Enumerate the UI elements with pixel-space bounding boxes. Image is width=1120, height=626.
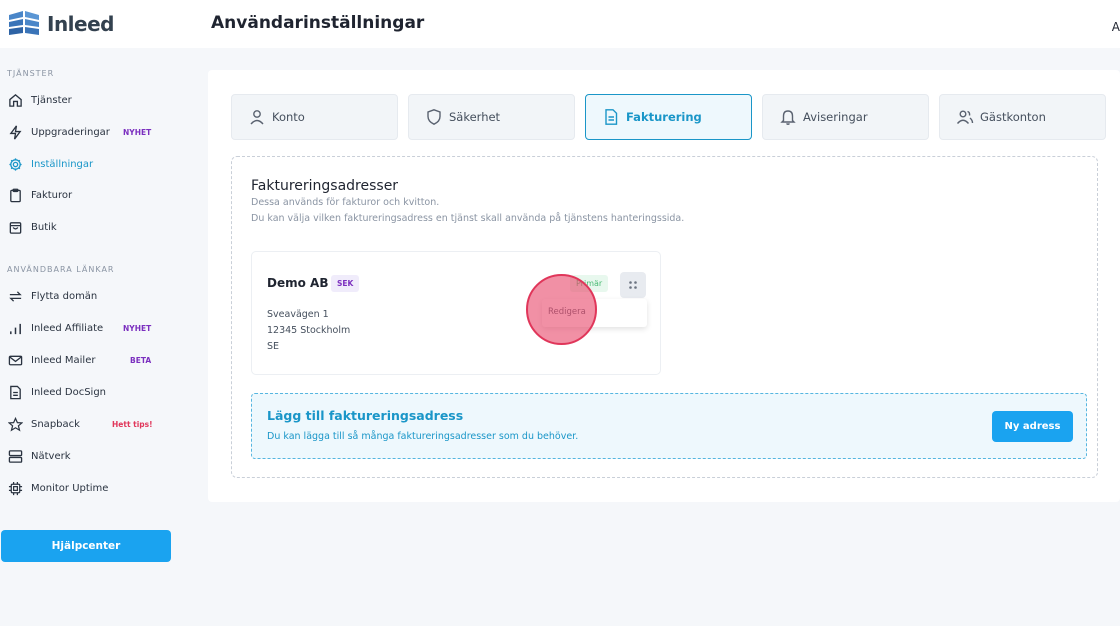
server-icon — [7, 448, 24, 465]
invoice-icon — [602, 108, 620, 126]
gear-icon — [7, 156, 24, 173]
address-street: Sveavägen 1 — [267, 309, 329, 320]
sidebar-item-monitor-uptime[interactable]: Monitor Uptime — [7, 477, 177, 499]
currency-badge: SEK — [331, 275, 360, 292]
sidebar-section-links: ANVÄNDBARA LÄNKAR — [7, 265, 115, 274]
star-icon — [7, 416, 24, 433]
tab-label: Konto — [272, 110, 305, 124]
sidebar-item-label: Tjänster — [31, 94, 72, 106]
sidebar-item-label: Butik — [31, 221, 57, 233]
sidebar-item-label: Inleed DocSign — [31, 386, 107, 398]
new-address-button[interactable]: Ny adress — [992, 411, 1073, 442]
hot-tip-badge: Hett tips! — [112, 419, 153, 429]
sidebar-item-flytta-doman[interactable]: Flytta domän — [7, 285, 177, 307]
billing-description-line-1: Dessa används för fakturor och kvitton. — [251, 197, 440, 208]
billing-description-line-2: Du kan välja vilken faktureringsadress e… — [251, 213, 685, 224]
page-title: Användarinställningar — [211, 13, 425, 33]
brand-logo[interactable]: Inleed — [7, 9, 114, 39]
brand-name: Inleed — [47, 12, 114, 36]
edit-menu-item[interactable]: Redigera — [548, 307, 586, 317]
sidebar-item-inleed-affiliate[interactable]: Inleed Affiliate NYHET — [7, 317, 177, 339]
tab-fakturering[interactable]: Fakturering — [585, 94, 752, 140]
help-center-button[interactable]: Hjälpcenter — [1, 530, 171, 562]
address-city: 12345 Stockholm — [267, 325, 351, 336]
logo-icon — [7, 9, 41, 39]
sidebar-item-inleed-docsign[interactable]: Inleed DocSign — [7, 381, 177, 403]
bell-icon — [779, 108, 797, 126]
add-address-description: Du kan lägga till så många faktureringsa… — [267, 431, 579, 442]
address-menu-dropdown: Redigera — [542, 299, 647, 327]
lightning-icon — [7, 124, 24, 141]
bar-chart-icon — [7, 320, 24, 337]
dots-grid-icon — [629, 281, 637, 289]
sidebar-item-inleed-mailer[interactable]: Inleed Mailer BETA — [7, 349, 177, 371]
add-address-panel: Lägg till faktureringsadress Du kan lägg… — [251, 393, 1087, 459]
sidebar-item-natverk[interactable]: Nätverk — [7, 445, 177, 467]
sidebar-item-label: Nätverk — [31, 450, 71, 462]
new-badge: NYHET — [123, 323, 152, 333]
new-badge: NYHET — [123, 127, 152, 137]
tab-aviseringar[interactable]: Aviseringar — [762, 94, 929, 140]
tab-label: Säkerhet — [449, 110, 501, 124]
tab-sakerhet[interactable]: Säkerhet — [408, 94, 575, 140]
primary-badge: Primär — [570, 275, 609, 292]
sidebar-item-fakturor[interactable]: Fakturor — [7, 184, 177, 206]
sidebar-item-butik[interactable]: Butik — [7, 216, 177, 238]
clipboard-icon — [7, 187, 24, 204]
bag-icon — [7, 219, 24, 236]
sidebar-item-label: Inleed Mailer — [31, 354, 96, 366]
sidebar-item-label: Inleed Affiliate — [31, 322, 104, 334]
tab-label: Aviseringar — [803, 110, 868, 124]
tab-konto[interactable]: Konto — [231, 94, 398, 140]
sidebar-item-label: Inställningar — [31, 158, 94, 170]
sidebar-item-label: Monitor Uptime — [31, 482, 109, 494]
tab-label: Fakturering — [626, 110, 702, 124]
tab-gastkonton[interactable]: Gästkonton — [939, 94, 1106, 140]
beta-badge: BETA — [130, 355, 152, 365]
sidebar-item-uppgraderingar[interactable]: Uppgraderingar NYHET — [7, 121, 177, 143]
sidebar-item-snapback[interactable]: Snapback Hett tips! — [7, 413, 177, 435]
settings-card: Konto Säkerhet Fakturering Aviseringar G… — [208, 70, 1120, 502]
add-address-title: Lägg till faktureringsadress — [267, 408, 464, 423]
sidebar-item-label: Uppgraderingar — [31, 126, 110, 138]
chip-icon — [7, 480, 24, 497]
tab-label: Gästkonton — [980, 110, 1046, 124]
sidebar: TJÄNSTER Tjänster Uppgraderingar NYHET I… — [0, 48, 190, 626]
billing-section-title: Faktureringsadresser — [251, 178, 399, 194]
sidebar-item-label: Flytta domän — [31, 290, 98, 302]
sidebar-item-installningar[interactable]: Inställningar — [7, 153, 177, 175]
header-user-initial[interactable]: A — [1112, 20, 1120, 34]
home-icon — [7, 92, 24, 109]
billing-section: Faktureringsadresser Dessa används för f… — [231, 156, 1098, 478]
address-menu-button[interactable] — [620, 272, 646, 298]
transfer-icon — [7, 288, 24, 305]
sidebar-item-tjanster[interactable]: Tjänster — [7, 89, 177, 111]
sidebar-section-services: TJÄNSTER — [7, 69, 55, 78]
address-company-name: Demo AB — [267, 276, 329, 290]
billing-address-card: Demo AB SEK Primär Redigera Sveavägen 1 … — [251, 251, 661, 375]
users-icon — [956, 108, 974, 126]
user-icon — [248, 108, 266, 126]
shield-icon — [425, 108, 443, 126]
document-icon — [7, 384, 24, 401]
address-country: SE — [267, 341, 280, 352]
sidebar-item-label: Snapback — [31, 418, 80, 430]
sidebar-item-label: Fakturor — [31, 189, 73, 201]
mail-icon — [7, 352, 24, 369]
top-header: Inleed Användarinställningar A — [0, 0, 1120, 48]
